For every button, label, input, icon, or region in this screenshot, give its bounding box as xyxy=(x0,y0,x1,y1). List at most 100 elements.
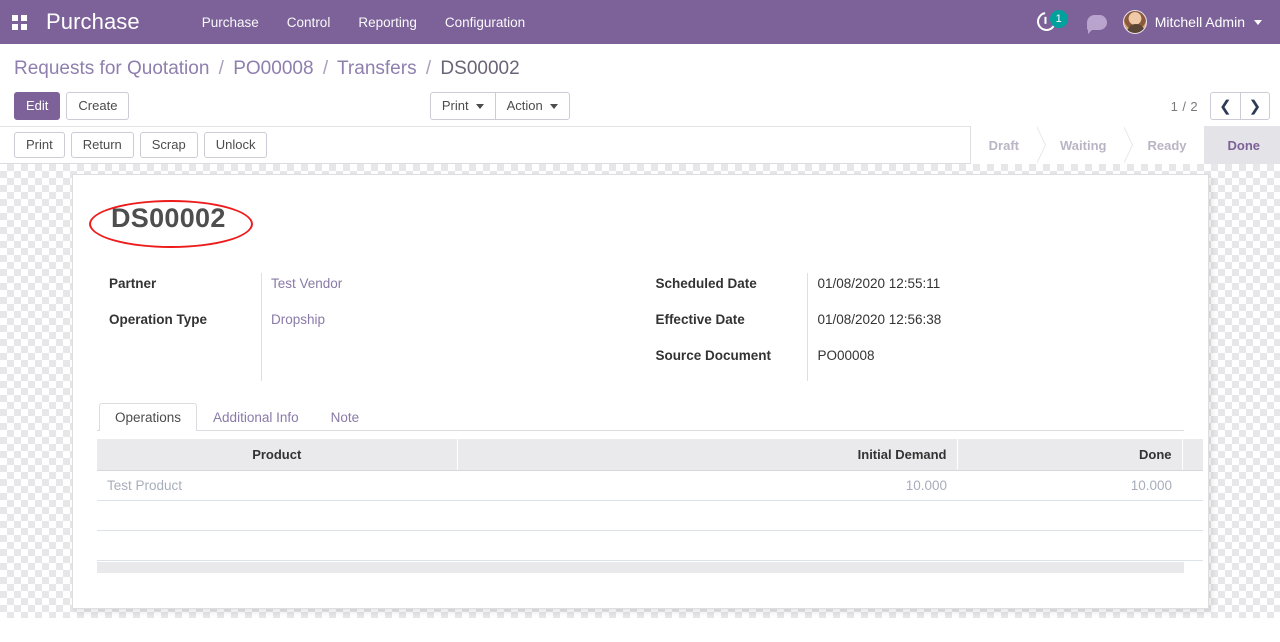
user-name-label: Mitchell Admin xyxy=(1154,14,1245,30)
status-pipeline: Draft Waiting Ready Done xyxy=(969,126,1280,164)
navbar-right-tools: 1 Mitchell Admin xyxy=(1033,8,1268,35)
cell-done[interactable]: 10.000 xyxy=(957,470,1182,501)
app-brand-title[interactable]: Purchase xyxy=(46,9,140,35)
left-field-values: Test Vendor Dropship xyxy=(261,273,342,381)
cell-empty xyxy=(1182,500,1203,531)
cell-empty xyxy=(457,530,957,561)
print-dropdown-button[interactable]: Print xyxy=(429,92,495,120)
user-menu[interactable]: Mitchell Admin xyxy=(1122,10,1262,34)
status-stage-done[interactable]: Done xyxy=(1203,126,1280,164)
operations-table-head: Product Initial Demand Done xyxy=(97,439,1203,471)
menu-item-configuration[interactable]: Configuration xyxy=(431,9,539,36)
value-scheduled-date: 01/08/2020 12:55:11 xyxy=(817,276,941,291)
record-sheet: DS00002 Partner Operation Type Test Vend… xyxy=(72,174,1209,609)
column-header-spacer xyxy=(1182,439,1203,471)
breadcrumb-bar: Requests for Quotation / PO00008 / Trans… xyxy=(0,44,1280,86)
status-bar: Print Return Scrap Unlock Draft Waiting … xyxy=(0,126,1280,164)
table-row[interactable] xyxy=(97,500,1203,531)
print-action-group: Print Action xyxy=(429,92,570,120)
status-stage-draft[interactable]: Draft xyxy=(970,126,1047,164)
column-header-done[interactable]: Done xyxy=(957,439,1183,471)
tab-additional-info[interactable]: Additional Info xyxy=(197,403,315,431)
chevron-down-icon xyxy=(1254,19,1262,25)
apps-grid-icon xyxy=(11,14,27,30)
form-fields-area: Partner Operation Type Test Vendor Drops… xyxy=(91,273,1190,381)
label-partner: Partner xyxy=(109,276,157,291)
cell-spacer xyxy=(1182,470,1203,501)
chevron-down-icon xyxy=(549,103,558,109)
table-row[interactable] xyxy=(97,530,1203,561)
breadcrumb: Requests for Quotation / PO00008 / Trans… xyxy=(14,58,1280,80)
control-panel: Edit Create Print Action 1 / 2 ❮ ❯ xyxy=(0,86,1280,126)
action-dropdown-button[interactable]: Action xyxy=(494,92,570,120)
cell-empty xyxy=(1182,530,1203,561)
chat-bubble-icon[interactable] xyxy=(1086,14,1107,34)
table-header-row: Product Initial Demand Done xyxy=(97,439,1203,471)
table-row[interactable]: Test Product 10.000 10.000 xyxy=(97,470,1203,501)
breadcrumb-separator: / xyxy=(425,58,432,79)
form-group-left: Partner Operation Type Test Vendor Drops… xyxy=(109,273,655,381)
label-effective-date: Effective Date xyxy=(655,312,745,327)
page-title: DS00002 xyxy=(111,203,226,233)
menu-item-purchase[interactable]: Purchase xyxy=(188,9,273,36)
column-header-product[interactable]: Product xyxy=(97,439,458,471)
chevron-right-icon: ❯ xyxy=(1248,98,1262,115)
cell-product[interactable]: Test Product xyxy=(97,470,457,501)
label-operation-type: Operation Type xyxy=(109,312,208,327)
right-field-values: 01/08/2020 12:55:11 01/08/2020 12:56:38 … xyxy=(807,273,941,381)
cell-initial-demand[interactable]: 10.000 xyxy=(457,470,957,501)
form-workspace: DS00002 Partner Operation Type Test Vend… xyxy=(0,164,1280,618)
breadcrumb-item-rfq[interactable]: Requests for Quotation xyxy=(14,58,209,79)
column-header-initial-demand[interactable]: Initial Demand xyxy=(457,439,958,471)
notebook: Operations Additional Info Note Product … xyxy=(91,403,1203,573)
scrap-button[interactable]: Scrap xyxy=(139,132,198,158)
pager-count-label: 1 / 2 xyxy=(1170,98,1198,114)
pager: 1 / 2 ❮ ❯ xyxy=(1171,92,1270,120)
activity-count-badge: 1 xyxy=(1049,10,1068,28)
left-field-labels: Partner Operation Type xyxy=(109,273,261,381)
label-source-document: Source Document xyxy=(655,348,771,363)
operations-table: Product Initial Demand Done Test Product… xyxy=(97,439,1203,561)
action-dropdown-label: Action xyxy=(506,98,543,113)
status-stage-ready[interactable]: Ready xyxy=(1123,126,1214,164)
table-footer-bar xyxy=(97,562,1184,573)
apps-menu-button[interactable] xyxy=(0,0,38,44)
menu-item-reporting[interactable]: Reporting xyxy=(344,9,431,36)
statusbar-buttons: Print Return Scrap Unlock xyxy=(14,132,268,158)
edit-button[interactable]: Edit xyxy=(14,92,61,120)
return-button[interactable]: Return xyxy=(70,132,134,158)
tab-operations[interactable]: Operations xyxy=(99,403,198,431)
print-dropdown-label: Print xyxy=(441,98,469,113)
value-partner[interactable]: Test Vendor xyxy=(271,273,342,309)
cell-empty xyxy=(957,500,1182,531)
breadcrumb-separator: / xyxy=(322,58,329,79)
main-menu: Purchase Control Reporting Configuration xyxy=(188,9,539,36)
breadcrumb-item-po[interactable]: PO00008 xyxy=(233,58,313,79)
breadcrumb-item-transfers[interactable]: Transfers xyxy=(337,58,417,79)
pager-previous-button[interactable]: ❮ xyxy=(1209,92,1240,120)
value-effective-date: 01/08/2020 12:56:38 xyxy=(817,312,942,327)
unlock-button[interactable]: Unlock xyxy=(203,132,268,158)
avatar xyxy=(1122,10,1147,34)
label-scheduled-date: Scheduled Date xyxy=(655,276,757,291)
value-source-document: PO00008 xyxy=(817,348,875,363)
operations-table-body: Test Product 10.000 10.000 xyxy=(97,470,1203,561)
print-button[interactable]: Print xyxy=(14,132,65,158)
create-button[interactable]: Create xyxy=(66,92,130,120)
cell-empty xyxy=(457,500,957,531)
status-stage-waiting[interactable]: Waiting xyxy=(1036,126,1134,164)
breadcrumb-item-current: DS00002 xyxy=(440,58,520,79)
chevron-left-icon: ❮ xyxy=(1219,98,1232,115)
form-group-right: Scheduled Date Effective Date Source Doc… xyxy=(655,273,1190,381)
menu-item-control[interactable]: Control xyxy=(273,9,345,36)
value-operation-type[interactable]: Dropship xyxy=(271,309,342,345)
activity-menu-button[interactable]: 1 xyxy=(1033,8,1071,35)
notebook-tabs: Operations Additional Info Note xyxy=(97,403,1184,431)
pager-next-button[interactable]: ❯ xyxy=(1239,92,1270,120)
cell-empty xyxy=(97,530,457,561)
cell-empty xyxy=(957,530,1182,561)
tab-note[interactable]: Note xyxy=(315,403,376,431)
top-navbar: Purchase Purchase Control Reporting Conf… xyxy=(0,0,1280,44)
record-title-wrapper: DS00002 xyxy=(89,191,253,248)
cell-empty xyxy=(97,500,457,531)
